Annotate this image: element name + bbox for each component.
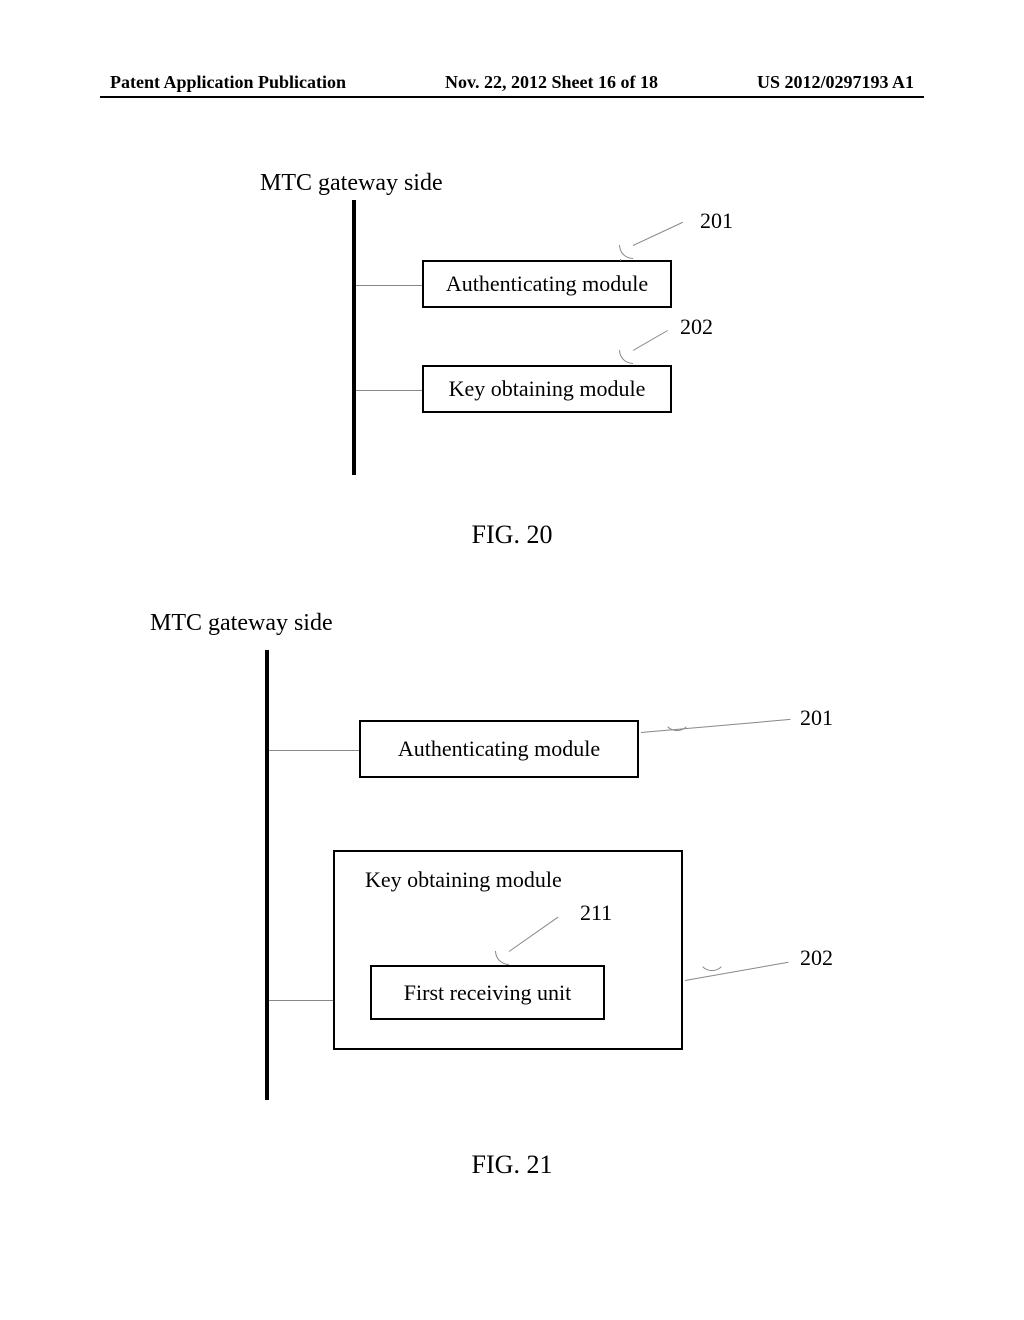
- fig20-ref-201-line: [633, 222, 683, 246]
- page-header: Patent Application Publication Nov. 22, …: [0, 72, 1024, 93]
- fig21-lifeline: [265, 650, 269, 1100]
- fig20-connector-1: [356, 285, 422, 286]
- fig20-ref-201: 201: [700, 208, 733, 234]
- fig21-ref-201-line: [641, 719, 791, 733]
- fig20-caption: FIG. 20: [0, 520, 1024, 550]
- fig21-connector-1: [269, 750, 359, 751]
- fig21-title: MTC gateway side: [150, 610, 333, 637]
- figure-21: MTC gateway side Authenticating module 2…: [0, 590, 1024, 1190]
- fig21-connector-2: [269, 1000, 333, 1001]
- fig21-key-module-label: Key obtaining module: [365, 867, 562, 893]
- fig20-ref-202-arc: [619, 350, 633, 364]
- fig21-ref-202: 202: [800, 945, 833, 971]
- fig20-ref-201-arc: [619, 245, 633, 259]
- fig21-auth-module-box: Authenticating module: [359, 720, 639, 778]
- header-center: Nov. 22, 2012 Sheet 16 of 18: [445, 72, 658, 93]
- fig21-ref-201: 201: [800, 705, 833, 731]
- header-right: US 2012/0297193 A1: [757, 72, 914, 93]
- fig21-ref-202-line: [685, 962, 789, 981]
- fig21-first-receiving-unit-label: First receiving unit: [404, 980, 571, 1006]
- fig20-connector-2: [356, 390, 422, 391]
- fig20-auth-module-box: Authenticating module: [422, 260, 672, 308]
- fig21-ref-201-arc: [667, 717, 687, 737]
- fig20-ref-202: 202: [680, 314, 713, 340]
- fig20-title: MTC gateway side: [260, 170, 443, 197]
- fig20-key-module-box: Key obtaining module: [422, 365, 672, 413]
- fig21-auth-module-label: Authenticating module: [398, 736, 600, 762]
- fig21-first-receiving-unit-box: First receiving unit: [370, 965, 605, 1020]
- fig20-ref-202-line: [633, 330, 668, 351]
- fig20-key-module-label: Key obtaining module: [449, 376, 646, 402]
- fig21-ref-211: 211: [580, 900, 612, 926]
- figure-20: MTC gateway side Authenticating module 2…: [0, 140, 1024, 560]
- header-divider: [100, 96, 924, 98]
- fig20-lifeline: [352, 200, 356, 475]
- header-left: Patent Application Publication: [110, 72, 346, 93]
- fig21-caption: FIG. 21: [0, 1150, 1024, 1180]
- fig20-auth-module-label: Authenticating module: [446, 271, 648, 297]
